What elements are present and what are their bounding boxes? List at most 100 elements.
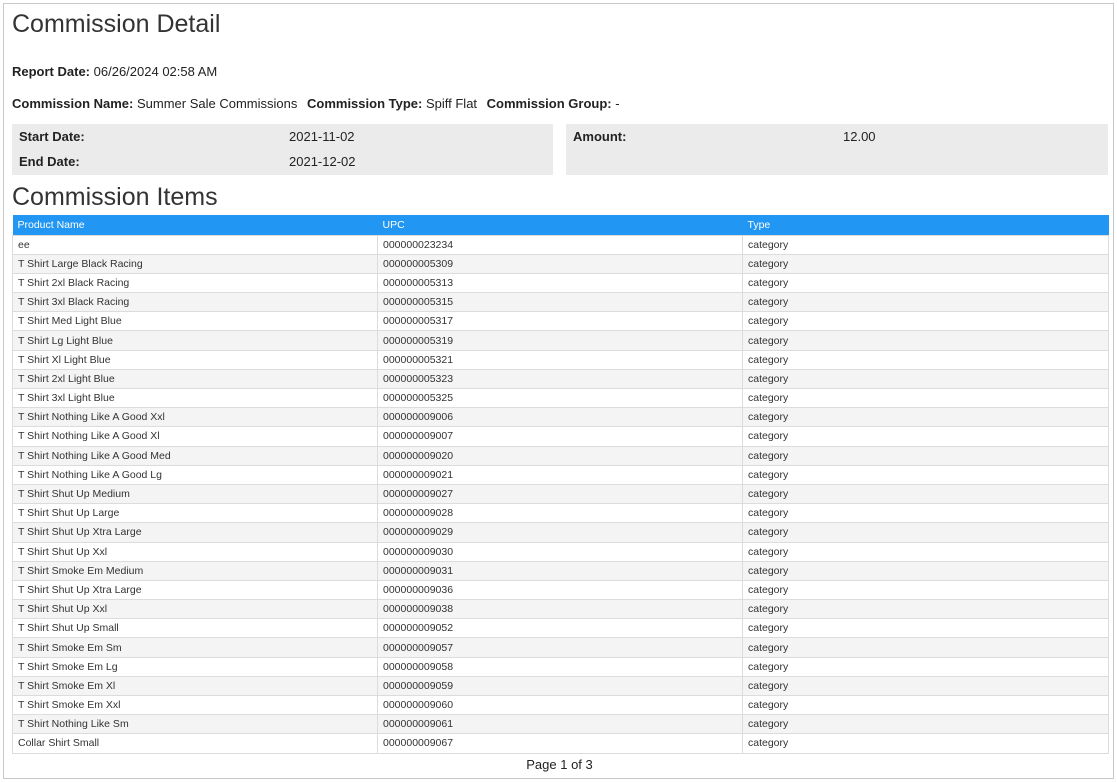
table-body: ee 000000023234 category T Shirt Large Blac… (12, 234, 1109, 754)
product-name-cell: T Shirt Shut Up Xtra Large (12, 579, 378, 601)
upc-cell: 000000009060 (377, 694, 743, 716)
upc-cell: 000000009030 (377, 541, 743, 562)
type-cell: category (742, 234, 1109, 255)
upc-cell: 000000009021 (377, 464, 743, 485)
table-row: T Shirt Lg Light Blue 000000005319 categor… (12, 330, 1109, 351)
table-row: T Shirt Smoke Em Medium 000000009031 categ… (12, 560, 1109, 581)
type-cell: category (742, 541, 1109, 562)
commission-info-line: Commission Name: Summer Sale Commissions… (12, 96, 620, 111)
report-page: Commission Detail Report Date: 06/26/202… (3, 3, 1114, 779)
upc-cell: 000000005325 (377, 387, 743, 409)
type-cell: category (742, 579, 1109, 601)
type-cell: category (742, 330, 1109, 351)
upc-cell: 000000005317 (377, 311, 743, 332)
type-cell: category (742, 311, 1109, 332)
type-cell: category (742, 675, 1109, 697)
commission-name-label: Commission Name: (12, 96, 134, 111)
type-cell: category (742, 445, 1109, 466)
page-title: Commission Detail (12, 10, 221, 38)
upc-cell: 000000005319 (377, 330, 743, 351)
product-name-cell: T Shirt Shut Up Xxl (12, 599, 378, 620)
upc-cell: 000000005315 (377, 292, 743, 313)
start-date-label: Start Date: (19, 129, 85, 144)
upc-cell: 000000009038 (377, 599, 743, 620)
commission-items-table: Product Name UPC Type ee 000000023234 cate… (12, 215, 1109, 754)
table-row: T Shirt Shut Up Xtra Large 000000009029 ca… (12, 522, 1109, 543)
commission-name-value: Summer Sale Commissions (137, 96, 298, 111)
upc-cell: 000000009028 (377, 503, 743, 524)
upc-cell: 000000009027 (377, 483, 743, 505)
commission-type-label: Commission Type: (307, 96, 423, 111)
type-cell: category (742, 637, 1109, 658)
table-row: T Shirt 2xl Black Racing 000000005313 cate… (12, 272, 1109, 294)
product-name-cell: T Shirt Nothing Like A Good Med (12, 445, 378, 466)
upc-cell: 000000023234 (377, 234, 743, 255)
dates-panel: Start Date: 2021-11-02 End Date: 2021-12… (12, 124, 553, 175)
upc-cell: 000000009058 (377, 656, 743, 677)
type-cell: category (742, 522, 1109, 543)
table-header-row: Product Name UPC Type (12, 215, 1109, 235)
table-row: T Shirt Large Black Racing 000000005309 ca… (12, 253, 1109, 274)
upc-cell: 000000009029 (377, 522, 743, 543)
type-cell: category (742, 694, 1109, 716)
product-name-cell: T Shirt 2xl Black Racing (12, 272, 378, 294)
product-name-cell: ee (12, 234, 378, 255)
product-name-cell: T Shirt Nothing Like A Good Xl (12, 426, 378, 447)
column-header-type: Type (747, 218, 771, 231)
table-row: Collar Shirt Small 000000009067 category (12, 733, 1109, 754)
upc-cell: 000000009031 (377, 560, 743, 581)
table-row: T Shirt Shut Up Small 000000009052 categor… (12, 618, 1109, 639)
amount-value: 12.00 (843, 129, 876, 144)
product-name-cell: T Shirt Nothing Like A Good Lg (12, 464, 378, 485)
type-cell: category (742, 253, 1109, 274)
commission-type-value: Spiff Flat (425, 96, 478, 111)
commission-group-label: Commission Group: (486, 96, 612, 111)
upc-cell: 000000009067 (377, 733, 743, 754)
product-name-cell: T Shirt 2xl Light Blue (12, 368, 378, 390)
report-date-line: Report Date: 06/26/2024 02:58 AM (12, 64, 217, 79)
table-row: T Shirt Nothing Like A Good Lg 0000000090… (12, 464, 1109, 485)
table-row: T Shirt Nothing Like A Good Xl 0000000090… (12, 426, 1109, 447)
type-cell: category (742, 292, 1109, 313)
table-row: T Shirt Smoke Em Xl 000000009059 category (12, 675, 1109, 697)
product-name-cell: T Shirt Shut Up Medium (12, 483, 378, 505)
type-cell: category (742, 407, 1109, 428)
type-cell: category (742, 618, 1109, 639)
table-row: T Shirt Shut Up Medium 000000009027 catego… (12, 483, 1109, 505)
table-row: T Shirt Xl Light Blue 000000005321 categor… (12, 349, 1109, 370)
product-name-cell: T Shirt Smoke Em Xxl (12, 694, 378, 716)
upc-cell: 000000009059 (377, 675, 743, 697)
upc-cell: 000000009057 (377, 637, 743, 658)
table-row: T Shirt Shut Up Xxl 000000009038 category (12, 599, 1109, 620)
product-name-cell: T Shirt Shut Up Small (12, 618, 378, 639)
upc-cell: 000000009006 (377, 407, 743, 428)
type-cell: category (742, 599, 1109, 620)
table-row: T Shirt Nothing Like A Good Xxl 000000009… (12, 407, 1109, 428)
table-row: T Shirt Shut Up Xtra Large 000000009036 ca… (12, 579, 1109, 601)
table-row: T Shirt 3xl Light Blue 000000005325 catego… (12, 387, 1109, 409)
type-cell: category (742, 464, 1109, 485)
end-date-label: End Date: (19, 154, 80, 169)
product-name-cell: T Shirt Large Black Racing (12, 253, 378, 274)
column-header-upc: UPC (382, 218, 405, 231)
product-name-cell: T Shirt Lg Light Blue (12, 330, 378, 351)
upc-cell: 000000009052 (377, 618, 743, 639)
product-name-cell: T Shirt Shut Up Large (12, 503, 378, 524)
type-cell: category (742, 483, 1109, 505)
report-date-value: 06/26/2024 02:58 AM (93, 64, 218, 79)
product-name-cell: T Shirt Nothing Like Sm (12, 714, 378, 735)
table-row: T Shirt Shut Up Xxl 000000009030 category (12, 541, 1109, 562)
upc-cell: 000000005309 (377, 253, 743, 274)
product-name-cell: Collar Shirt Small (12, 733, 378, 754)
table-row: ee 000000023234 category (12, 234, 1109, 255)
type-cell: category (742, 387, 1109, 409)
product-name-cell: T Shirt Nothing Like A Good Xxl (12, 407, 378, 428)
upc-cell: 000000005313 (377, 272, 743, 294)
upc-cell: 000000009020 (377, 445, 743, 466)
page-indicator: Page 1 of 3 (526, 757, 593, 772)
product-name-cell: T Shirt Xl Light Blue (12, 349, 378, 370)
commission-items-title: Commission Items (12, 183, 218, 211)
product-name-cell: T Shirt Shut Up Xxl (12, 541, 378, 562)
type-cell: category (742, 733, 1109, 754)
end-date-value: 2021-12-02 (289, 154, 356, 169)
